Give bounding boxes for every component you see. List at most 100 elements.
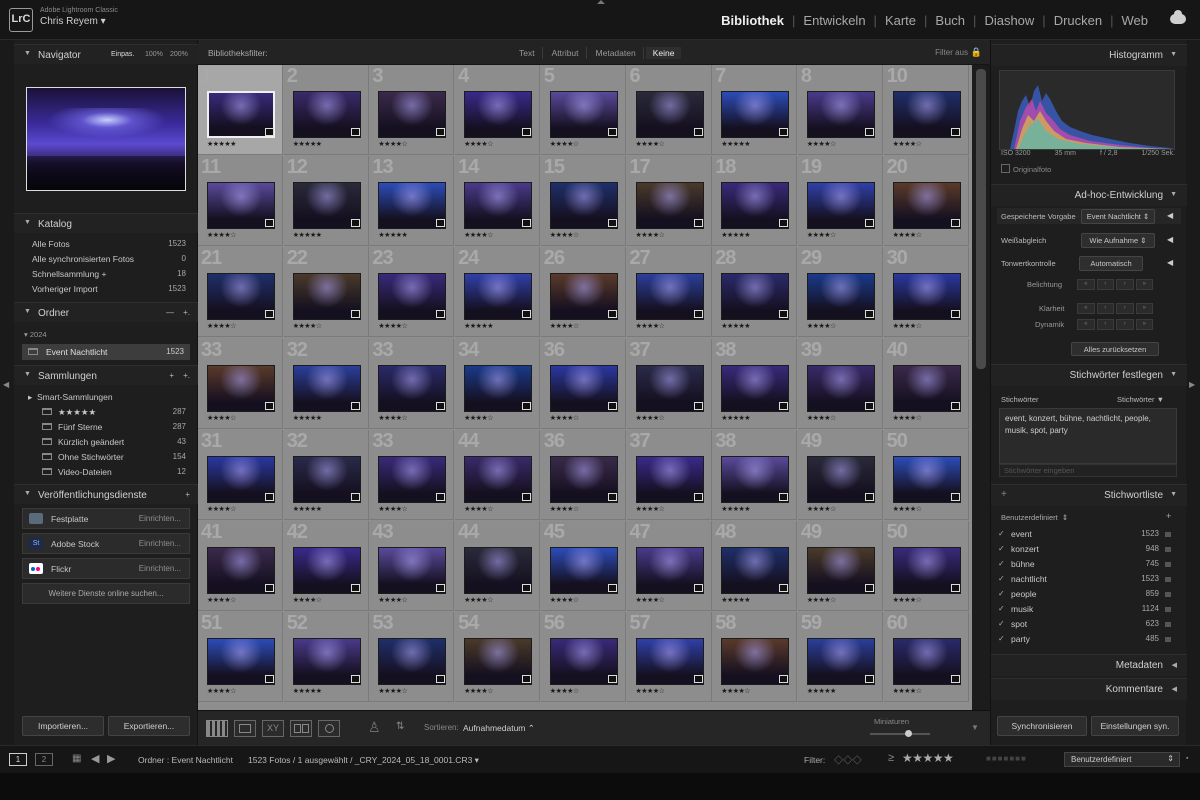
- star-rating[interactable]: ★★★★★: [293, 140, 322, 148]
- star-rating[interactable]: ★★★★☆: [550, 596, 579, 604]
- star-rating[interactable]: ★★★★★: [721, 140, 750, 148]
- edit-badge-icon[interactable]: [265, 401, 274, 410]
- grid-cell[interactable]: 49 ★★★★☆: [797, 521, 883, 611]
- star-rating[interactable]: ★★★★★: [293, 231, 322, 239]
- collection-item[interactable]: Ohne Stichwörter 154: [20, 450, 192, 465]
- reset-all-button[interactable]: Alles zurücksetzen: [1071, 342, 1159, 356]
- top-panel-toggle-icon[interactable]: [597, 0, 605, 4]
- edit-badge-icon[interactable]: [864, 492, 874, 501]
- star-rating[interactable]: ★★★★★: [721, 414, 750, 422]
- star-rating[interactable]: ★★★★★: [378, 231, 407, 239]
- star-rating[interactable]: ★★★★★: [807, 687, 836, 695]
- edit-badge-icon[interactable]: [350, 128, 360, 136]
- collections-header[interactable]: ▼ Sammlungen + +.: [14, 365, 198, 385]
- edit-badge-icon[interactable]: [950, 219, 960, 228]
- scrollbar-thumb[interactable]: [976, 69, 986, 369]
- star-rating[interactable]: ★★★★☆: [550, 505, 579, 513]
- plus-icon[interactable]: +.: [183, 308, 190, 317]
- grid-cell[interactable]: 36 ★★★★☆: [540, 338, 626, 429]
- grid-cell[interactable]: 17 ★★★★☆: [626, 156, 712, 247]
- keyword-arrow-icon[interactable]: [1165, 607, 1171, 612]
- grid-cell[interactable]: 43 ★★★★☆: [369, 521, 455, 611]
- keyword-list-header[interactable]: + Stichwortliste ▼: [991, 484, 1187, 506]
- toolbar-menu-icon[interactable]: ▼: [971, 723, 979, 732]
- star-rating[interactable]: ★★★★☆: [893, 687, 922, 695]
- sync-settings-button[interactable]: Einstellungen syn.: [1091, 716, 1179, 736]
- star-rating[interactable]: ★★★★☆: [550, 231, 579, 239]
- collection-item[interactable]: Fünf Sterne 287: [20, 420, 192, 435]
- edit-badge-icon[interactable]: [350, 492, 360, 501]
- edit-badge-icon[interactable]: [522, 675, 532, 684]
- grid-cell[interactable]: 12 ★★★★★: [283, 156, 369, 247]
- grid-cell[interactable]: 29 ★★★★☆: [797, 247, 883, 338]
- plus-icon[interactable]: +: [169, 371, 174, 380]
- star-rating[interactable]: ★★★★☆: [464, 231, 493, 239]
- sort-direction-icon[interactable]: ⇅: [396, 721, 404, 732]
- thumbnail-size-slider[interactable]: [870, 730, 930, 737]
- slider-knob[interactable]: [905, 730, 912, 737]
- filter-preset-select[interactable]: Benutzerdefiniert ⇕: [1064, 752, 1180, 767]
- grid-cell[interactable]: 32 ★★★★★: [283, 338, 369, 429]
- setup-link[interactable]: Einrichten...: [139, 514, 181, 523]
- grid-scrollbar[interactable]: [972, 65, 990, 710]
- edit-badge-icon[interactable]: [950, 492, 960, 501]
- preset-expand-icon[interactable]: ◀: [1167, 211, 1173, 220]
- keyword-arrow-icon[interactable]: [1165, 562, 1171, 567]
- grid-cell[interactable]: 32 ★★★★★: [283, 429, 369, 520]
- filter-tab-attribut[interactable]: Attribut: [545, 47, 587, 59]
- module-drucken[interactable]: Drucken: [1054, 13, 1102, 28]
- identity-plate[interactable]: Chris Reyem ▾: [40, 16, 106, 27]
- keyword-row[interactable]: ✓ musik 1124: [997, 602, 1173, 617]
- publish-header[interactable]: ▼ Veröffentlichungsdienste +: [14, 484, 198, 504]
- edit-badge-icon[interactable]: [522, 310, 532, 319]
- edit-badge-icon[interactable]: [779, 492, 789, 501]
- publish-service-adobe-stock[interactable]: St Adobe Stock Einrichten...: [22, 533, 190, 554]
- keyword-arrow-icon[interactable]: [1165, 637, 1171, 642]
- star-rating[interactable]: ★★★★☆: [636, 322, 665, 330]
- edit-badge-icon[interactable]: [265, 675, 274, 684]
- star-rating[interactable]: ★★★★☆: [636, 505, 665, 513]
- filter-off-label[interactable]: Filter aus: [935, 48, 968, 57]
- grid-mode-icon[interactable]: ▦: [72, 753, 81, 764]
- keyword-arrow-icon[interactable]: [1165, 592, 1171, 597]
- navigator-header[interactable]: ▼ Navigator Einpas. 100% 200%: [14, 44, 198, 64]
- grid-cell[interactable]: 2 ★★★★★: [283, 65, 369, 155]
- edit-badge-icon[interactable]: [522, 128, 532, 136]
- edit-badge-icon[interactable]: [864, 310, 874, 319]
- add-keyword-icon[interactable]: +: [1166, 511, 1171, 521]
- keyword-arrow-icon[interactable]: [1165, 532, 1171, 537]
- rating-filter-stars[interactable]: ★★★★★: [902, 751, 954, 765]
- edit-badge-icon[interactable]: [607, 310, 617, 319]
- auto-tone-button[interactable]: Automatisch: [1079, 256, 1143, 271]
- grid-cell[interactable]: 60 ★★★★☆: [883, 612, 969, 703]
- star-rating[interactable]: ★★★★☆: [207, 505, 236, 513]
- grid-cell[interactable]: 58 ★★★★☆: [712, 612, 798, 703]
- grid-view-icon[interactable]: [206, 720, 228, 737]
- grid-cell[interactable]: 37 ★★★★☆: [626, 338, 712, 429]
- wb-select[interactable]: Wie Aufnahme ⇕: [1081, 233, 1155, 248]
- edit-badge-icon[interactable]: [864, 401, 874, 410]
- zoom-200[interactable]: 200%: [170, 51, 188, 58]
- filter-tab-keine[interactable]: Keine: [645, 47, 682, 59]
- grid-cell[interactable]: 15 ★★★★☆: [540, 156, 626, 247]
- edit-badge-icon[interactable]: [864, 675, 874, 684]
- star-rating[interactable]: ★★★★☆: [636, 687, 665, 695]
- grid-cell[interactable]: 14 ★★★★☆: [455, 156, 541, 247]
- grid-cell[interactable]: 51 ★★★★☆: [198, 612, 283, 703]
- keyword-row[interactable]: ✓ people 859: [997, 587, 1173, 602]
- edit-badge-icon[interactable]: [779, 219, 789, 228]
- star-rating[interactable]: ★★★★☆: [550, 414, 579, 422]
- module-web[interactable]: Web: [1122, 13, 1149, 28]
- star-rating[interactable]: ★★★★☆: [807, 596, 836, 604]
- edit-badge-icon[interactable]: [693, 219, 703, 228]
- loupe-view-icon[interactable]: [234, 720, 256, 737]
- keywording-header[interactable]: Stichwörter festlegen ▼: [991, 364, 1187, 386]
- edit-badge-icon[interactable]: [607, 584, 617, 592]
- grid-cell[interactable]: 40 ★★★★☆: [883, 338, 969, 429]
- edit-badge-icon[interactable]: [607, 128, 617, 136]
- minus-icon[interactable]: —: [166, 308, 174, 317]
- keyword-arrow-icon[interactable]: [1165, 577, 1171, 582]
- module-bibliothek[interactable]: Bibliothek: [721, 13, 784, 28]
- keyword-arrow-icon[interactable]: [1165, 622, 1171, 627]
- main-window-button[interactable]: 1: [9, 753, 27, 766]
